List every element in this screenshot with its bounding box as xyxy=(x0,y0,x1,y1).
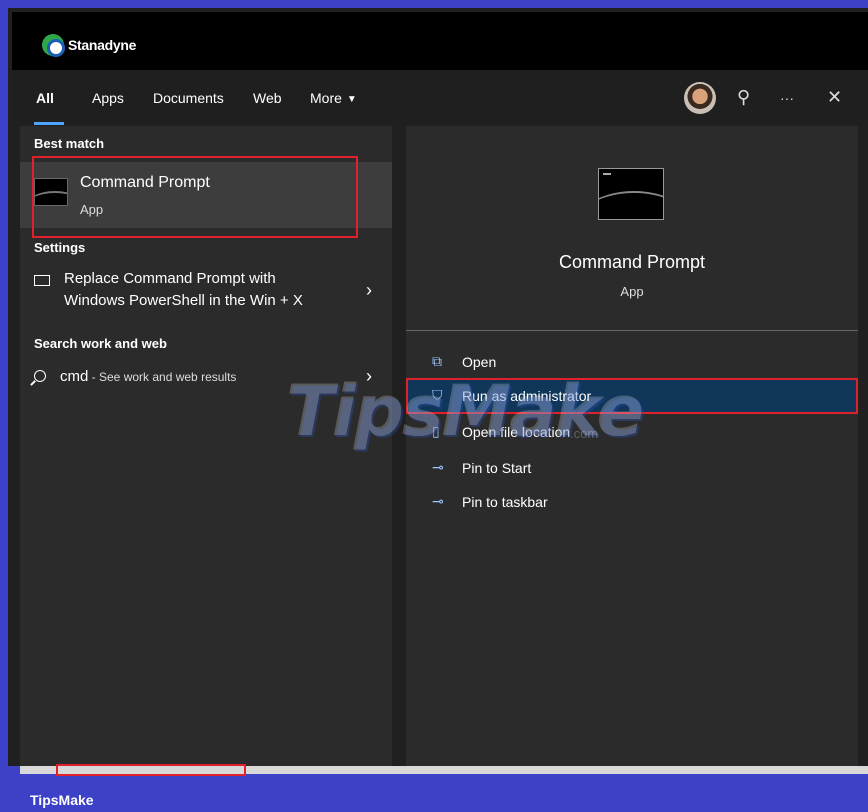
brand-bar xyxy=(12,12,868,70)
feedback-icon[interactable]: ⚲ xyxy=(737,87,750,108)
search-tabs: All Apps Documents Web More ▼ ⚲ ··· ✕ xyxy=(12,70,868,126)
action-pin-to-start[interactable]: ⊸ Pin to Start xyxy=(406,452,858,486)
active-tab-indicator xyxy=(34,122,64,125)
brand-name: Stanadyne xyxy=(68,37,137,53)
action-pin-to-taskbar[interactable]: ⊸ Pin to taskbar xyxy=(406,486,858,520)
command-prompt-icon xyxy=(598,168,664,220)
watermark-suffix: .com xyxy=(570,426,599,441)
search-query-text: cmd xyxy=(60,368,89,385)
tab-documents[interactable]: Documents xyxy=(153,90,224,106)
footer-label: TipsMake xyxy=(30,792,94,808)
chevron-right-icon[interactable]: › xyxy=(366,280,372,301)
open-icon: ⧉ xyxy=(432,353,442,369)
tab-web[interactable]: Web xyxy=(253,90,282,106)
close-icon[interactable]: ✕ xyxy=(827,87,842,108)
pin-icon: ⊸ xyxy=(432,493,444,509)
tab-all[interactable]: All xyxy=(36,90,54,106)
action-label: Open xyxy=(462,354,497,370)
settings-item-text: Replace Command Prompt with Windows Powe… xyxy=(64,268,303,312)
settings-item[interactable]: Replace Command Prompt with Windows Powe… xyxy=(20,266,392,326)
highlight-box xyxy=(32,156,358,238)
action-label: Pin to Start xyxy=(462,460,532,476)
tab-more[interactable]: More ▼ xyxy=(310,90,357,106)
chevron-down-icon: ▼ xyxy=(346,93,357,105)
settings-header: Settings xyxy=(34,240,86,255)
search-query: cmd - See work and web results xyxy=(60,368,236,385)
tab-apps[interactable]: Apps xyxy=(92,90,124,106)
preview-title: Command Prompt xyxy=(558,252,706,272)
search-icon xyxy=(34,370,46,382)
monitor-icon xyxy=(34,275,50,286)
brand-logo-icon xyxy=(42,34,65,57)
highlight-box xyxy=(56,764,246,776)
tab-more-label: More xyxy=(310,90,342,106)
search-query-suffix: - See work and web results xyxy=(88,370,237,384)
action-label: Pin to taskbar xyxy=(462,494,548,510)
brand: Stanadyne xyxy=(42,34,137,57)
best-match-header: Best match xyxy=(34,136,105,151)
settings-item-line1: Replace Command Prompt with xyxy=(64,270,276,287)
divider xyxy=(406,330,858,331)
pin-icon: ⊸ xyxy=(432,459,444,475)
settings-item-line2: Windows PowerShell in the Win + X xyxy=(64,292,303,309)
avatar[interactable] xyxy=(684,82,716,114)
preview-subtitle: App xyxy=(620,284,644,299)
search-web-header: Search work and web xyxy=(34,336,167,351)
more-options-icon[interactable]: ··· xyxy=(780,90,794,106)
